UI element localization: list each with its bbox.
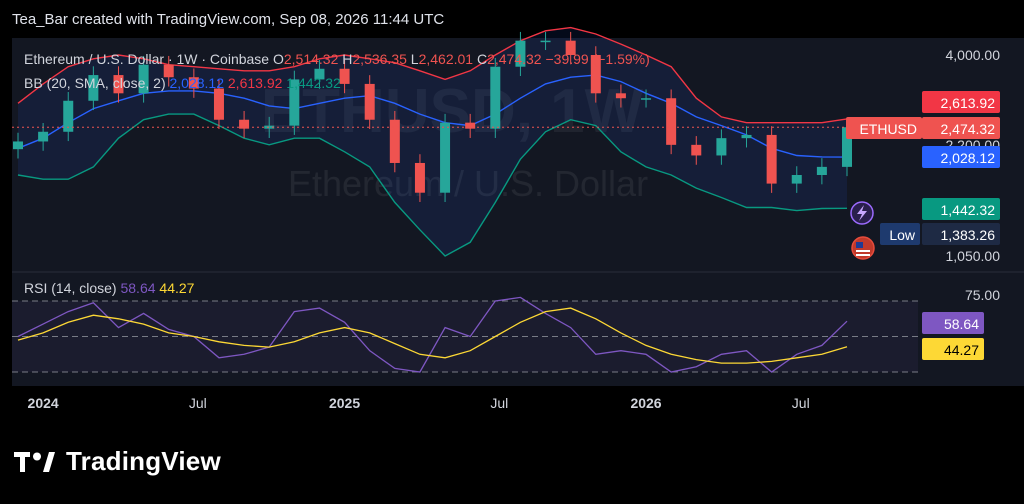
- badge-rsi: 58.64: [944, 316, 979, 332]
- legend-l-value: 2,462.01: [419, 51, 477, 67]
- legend-ohlc-row: Ethereum / U.S. Dollar · 1W · Coinbase O…: [24, 51, 650, 67]
- price-tick: 1,050.00: [946, 248, 1001, 264]
- candle-body: [641, 98, 652, 100]
- legend-l-label: L: [411, 51, 419, 67]
- rsi-legend-label: RSI (14, close): [24, 280, 120, 296]
- tradingview-logo-icon: [14, 451, 55, 472]
- candle-body: [389, 119, 400, 163]
- legend-change: −39.99 (−1.59%): [545, 51, 649, 67]
- badge-bb-upper: 2,613.92: [941, 95, 996, 111]
- legend-bb-basis: 2,028.12: [170, 75, 228, 91]
- candle-body: [540, 40, 551, 43]
- candle-body: [666, 98, 677, 145]
- rsi-legend: RSI (14, close) 58.64 44.27: [24, 280, 195, 296]
- legend-bb-row: BB (20, SMA, close, 2) 2,028.12 2,613.92…: [24, 75, 341, 91]
- legend-o-value: 2,514.32: [284, 51, 342, 67]
- candle-body: [490, 66, 501, 129]
- rsi-legend-value: 58.64: [120, 280, 159, 296]
- tradingview-wordmark: TradingView: [66, 446, 221, 476]
- flag-icon-stripe: [856, 254, 870, 256]
- time-tick: Jul: [792, 395, 810, 411]
- us-flag-event-icon: [851, 236, 875, 260]
- candle-body: [791, 174, 802, 184]
- legend-o-label: O: [273, 51, 284, 67]
- badge-rsi-ma: 44.27: [944, 342, 979, 358]
- time-tick: Jul: [189, 395, 207, 411]
- badge-low-value: 1,383.26: [941, 227, 996, 243]
- candle-body: [816, 166, 827, 175]
- candle-body: [741, 134, 752, 139]
- time-tick: 2024: [28, 395, 59, 411]
- legend-h-label: H: [342, 51, 352, 67]
- time-tick: Jul: [490, 395, 508, 411]
- legend-c-value: 2,474.32: [487, 51, 545, 67]
- rsi-legend-ma-value: 44.27: [159, 280, 194, 296]
- screenshot-root: Tea_Bar created with TradingView.com, Se…: [0, 0, 1024, 504]
- badge-last-price: 2,474.32: [941, 121, 996, 137]
- legend-bb-upper: 2,613.92: [228, 75, 286, 91]
- legend-c-label: C: [477, 51, 487, 67]
- badge-low-label: Low: [889, 227, 916, 243]
- legend-h-value: 2,536.35: [352, 51, 410, 67]
- flag-icon-canton: [856, 242, 863, 248]
- candle-body: [716, 138, 727, 156]
- time-axis-background: [12, 386, 1024, 426]
- chart-canvas[interactable]: ETHUSD, 1WEthereum / U.S. DollarEthereum…: [0, 0, 1024, 504]
- candle-body: [339, 68, 350, 84]
- candle-body: [691, 144, 702, 156]
- price-tick: 4,000.00: [946, 47, 1001, 63]
- legend-bb-lower: 1,442.32: [286, 75, 341, 91]
- badge-bb-lower: 1,442.32: [941, 202, 996, 218]
- candle-body: [440, 122, 451, 193]
- candle-body: [615, 93, 626, 99]
- candle-body: [414, 162, 425, 193]
- badge-symbol: ETHUSD: [859, 121, 917, 137]
- candle-body: [13, 141, 23, 150]
- legend-symbol: Ethereum / U.S. Dollar · 1W · Coinbase: [24, 51, 273, 67]
- candle-body: [766, 134, 777, 184]
- candle-body: [38, 131, 49, 142]
- candle-body: [364, 83, 375, 120]
- time-tick: 2025: [329, 395, 360, 411]
- candle-body: [465, 122, 476, 129]
- lightning-event-icon: [850, 201, 874, 225]
- candle-body: [213, 88, 224, 120]
- legend-bb-label: BB (20, SMA, close, 2): [24, 75, 170, 91]
- rsi-tick: 75.00: [965, 287, 1000, 303]
- flag-icon-stripe: [856, 250, 870, 252]
- time-tick: 2026: [630, 395, 661, 411]
- badge-bb-basis: 2,028.12: [941, 150, 996, 166]
- tradingview-brand: TradingView: [14, 446, 221, 477]
